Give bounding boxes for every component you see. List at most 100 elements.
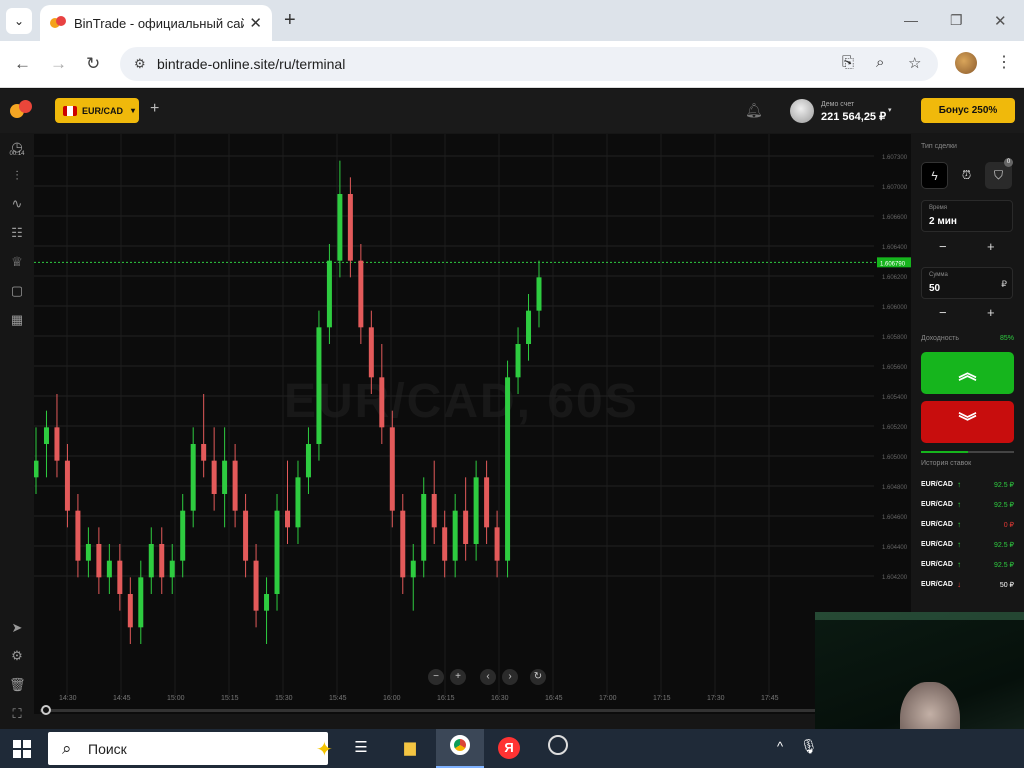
timeline-scrollbar[interactable] [40, 709, 830, 712]
amount-field[interactable]: Сумма 50 ₽ [921, 267, 1013, 299]
history-label: История ставок [921, 460, 972, 467]
close-icon[interactable]: ✕ [249, 14, 262, 32]
install-app-icon[interactable]: ⎘ [842, 54, 854, 71]
history-row[interactable]: EUR/CAD ↑ 0 ₽ [921, 519, 1014, 533]
zoom-icon[interactable]: ⌕ [876, 54, 884, 71]
calendar-icon[interactable]: ▦ [9, 312, 25, 328]
price-chart[interactable]: EUR/CAD, 60S 1.607300 1.607000 1.606600 1.6… [34, 134, 911, 714]
windows-start-icon[interactable] [13, 740, 31, 758]
chevron-up-icon[interactable]: ^ [777, 739, 783, 754]
restore-icon[interactable]: ❐ [950, 12, 963, 29]
browser-tab[interactable]: BinTrade - официальный сайт. ✕ [40, 5, 272, 41]
history-row[interactable]: EUR/CAD ↑ 92.5 ₽ [921, 559, 1014, 573]
candle-body [243, 510, 249, 561]
call-up-button[interactable]: ︽ [921, 352, 1014, 394]
plus-icon[interactable]: + [284, 10, 296, 30]
profile-avatar[interactable] [955, 52, 977, 74]
candle-body [211, 460, 217, 494]
add-asset-plus-icon[interactable]: + [150, 100, 159, 118]
bonus-button[interactable]: Бонус 250% [921, 98, 1015, 123]
telegram-icon[interactable]: ➤ [9, 620, 25, 636]
site-info-icon[interactable]: ⚙ [134, 56, 146, 72]
candle-body [285, 510, 290, 528]
candle-body [473, 477, 479, 544]
zoom-out-button[interactable]: − [428, 669, 444, 685]
sparkle-icon[interactable]: ✦ [316, 737, 333, 762]
time-plus-button[interactable]: + [987, 239, 995, 255]
url-text[interactable]: bintrade-online.site/ru/terminal [157, 56, 345, 72]
chrome-icon[interactable] [447, 735, 473, 761]
history-row[interactable]: EUR/CAD ↑ 92.5 ₽ [921, 479, 1014, 493]
amount-plus-button[interactable]: + [987, 305, 995, 321]
time-value[interactable]: 2 мин [929, 216, 957, 227]
candle-body [463, 510, 469, 544]
history-row[interactable]: EUR/CAD ↓ 50 ₽ [921, 579, 1014, 593]
time-minus-button[interactable]: − [939, 239, 947, 255]
amount-value[interactable]: 50 [929, 283, 940, 294]
microphone-icon[interactable]: 🎙︎ [800, 738, 818, 755]
history-row[interactable]: EUR/CAD ↑ 92.5 ₽ [921, 539, 1014, 553]
candle-body [400, 510, 406, 578]
trash-icon[interactable]: 🗑︎ [9, 677, 26, 693]
timeline-handle[interactable] [41, 705, 51, 715]
terminal-header: EUR/CAD ▾ + 🔔︎ Демо счет 221 564,25 ₽ ▾ … [0, 89, 1024, 133]
history-row[interactable]: EUR/CAD ↑ 92.5 ₽ [921, 499, 1014, 513]
star-icon[interactable]: ☆ [908, 54, 921, 72]
sentiment-bar [921, 451, 1014, 453]
candle-body [337, 194, 343, 261]
chevron-down-icon[interactable]: ▾ [888, 106, 892, 114]
arrow-up-icon: ↑ [957, 540, 961, 549]
line-chart-icon[interactable]: ∿ [9, 196, 25, 212]
tab-search-button[interactable]: ⌄ [6, 8, 32, 34]
window-close-icon[interactable]: ✕ [994, 12, 1007, 30]
account-type-label[interactable]: Демо счет [821, 101, 854, 108]
site-favicon-icon [50, 16, 66, 30]
scroll-left-button[interactable]: ‹ [480, 669, 496, 685]
bintrade-logo[interactable] [10, 100, 34, 120]
candle-body [379, 377, 385, 428]
arrow-right-icon[interactable]: → [50, 54, 67, 74]
currency-label: ₽ [1001, 279, 1007, 289]
y-tick-label: 1.604800 [882, 485, 908, 491]
account-avatar[interactable] [790, 99, 814, 123]
minimize-icon[interactable]: — [904, 12, 918, 28]
asset-selector[interactable]: EUR/CAD ▾ [55, 98, 139, 123]
alarm-clock-icon[interactable]: ⏰︎ [953, 162, 980, 189]
bell-icon[interactable]: 🔔︎ [745, 102, 763, 119]
zoom-in-button[interactable]: + [450, 669, 466, 685]
candlestick-chart[interactable]: 1.607300 1.607000 1.606600 1.606400 1.606200… [34, 134, 911, 714]
clipboard-icon[interactable]: ▢ [9, 283, 25, 299]
reload-icon[interactable]: ↻ [86, 54, 100, 74]
time-field[interactable]: Время 2 мин [921, 200, 1013, 232]
indicators-icon[interactable]: ☷ [9, 225, 25, 241]
taskbar-search[interactable]: ⌕ Поиск ✦ [48, 732, 333, 765]
candle-body [442, 527, 448, 561]
reset-view-button[interactable]: ↻ [530, 669, 546, 685]
payout-value: 85% [999, 335, 1014, 342]
x-tick-label: 16:30 [491, 695, 509, 702]
account-balance[interactable]: 221 564,25 ₽ [821, 110, 886, 123]
flag-icon [63, 105, 77, 116]
trophy-icon[interactable]: ♕ [9, 254, 25, 270]
scroll-right-button[interactable]: › [502, 669, 518, 685]
y-tick-label: 1.606400 [882, 245, 908, 251]
arrow-left-icon[interactable]: ← [14, 54, 31, 74]
gear-icon[interactable]: ⚙ [9, 648, 25, 664]
current-price-label: 1.606790 [880, 261, 906, 267]
kebab-icon[interactable]: ⋮ [996, 52, 1012, 72]
arrow-up-icon: ↑ [957, 500, 961, 509]
lightning-icon[interactable]: ϟ [921, 162, 948, 189]
task-view-icon[interactable]: ☰ [348, 735, 374, 761]
obs-icon[interactable] [545, 735, 571, 761]
candle-body [526, 310, 532, 344]
x-tick-label: 15:30 [275, 695, 293, 702]
fullscreen-icon[interactable]: ⛶ [9, 706, 25, 722]
yandex-browser-icon[interactable]: Я [496, 735, 522, 761]
address-bar[interactable]: ⚙ bintrade-online.site/ru/terminal ⎘ ⌕ ☆ [120, 47, 938, 81]
amount-minus-button[interactable]: − [939, 305, 947, 321]
candle-body [117, 560, 123, 594]
candlestick-icon[interactable]: ⫶ [9, 168, 25, 184]
folder-icon[interactable]: ▆ [397, 735, 423, 761]
put-down-button[interactable]: ︾ [921, 401, 1014, 443]
candle-body [75, 510, 81, 561]
